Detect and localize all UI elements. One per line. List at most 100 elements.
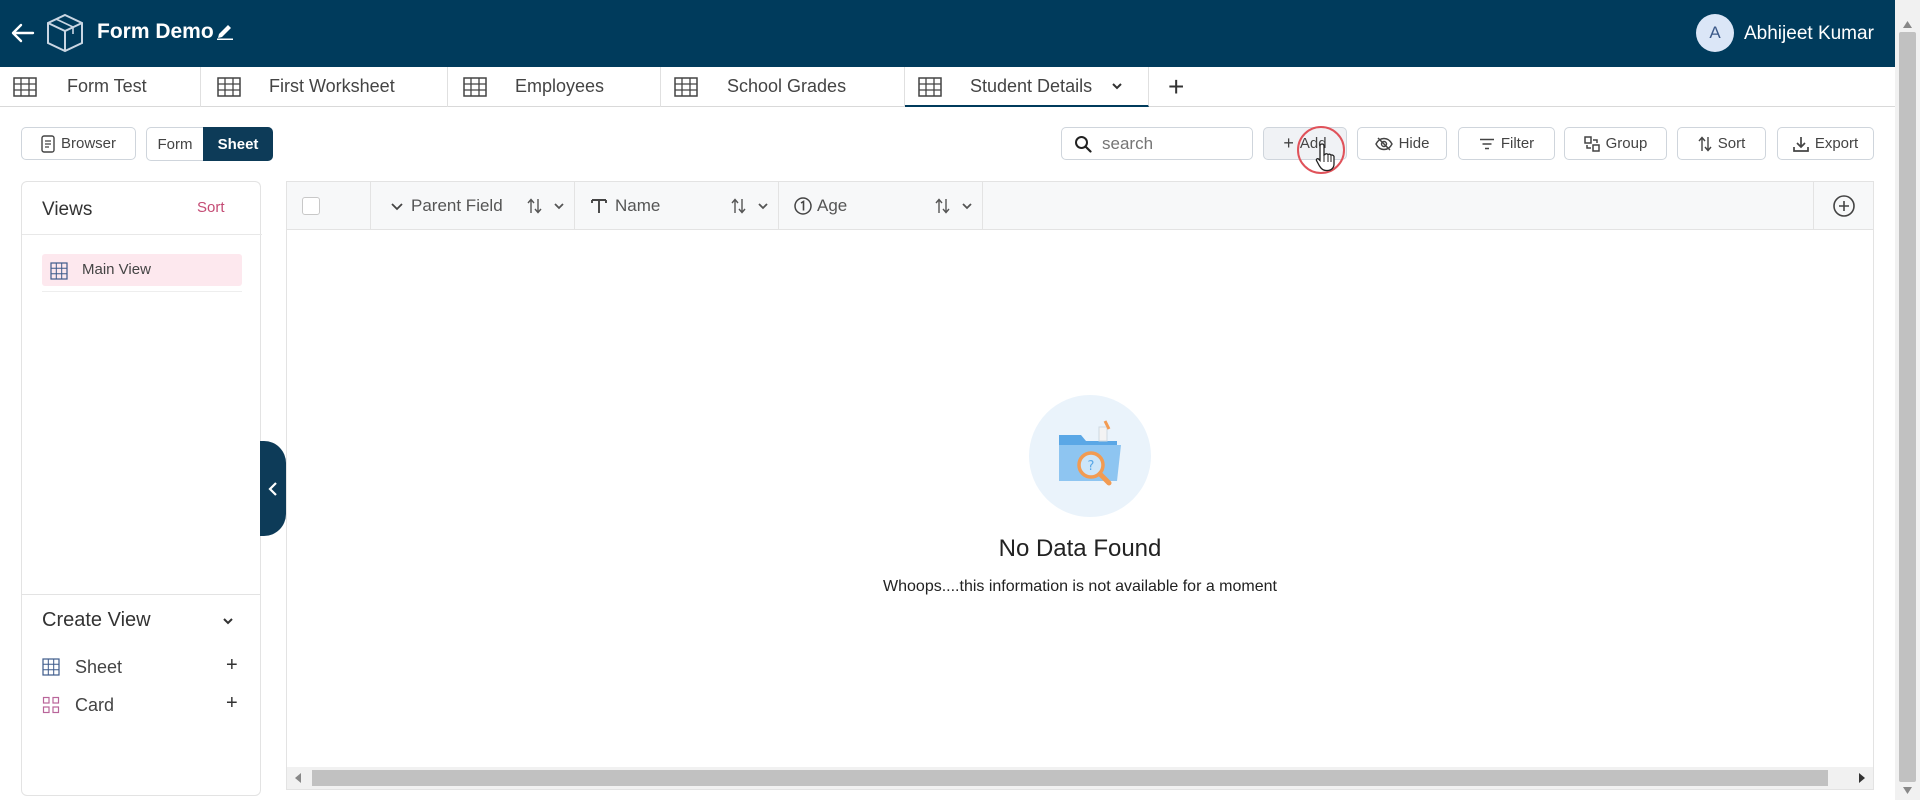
- search-box[interactable]: [1061, 127, 1253, 160]
- back-button[interactable]: [8, 18, 38, 48]
- filter-button-label: Filter: [1500, 135, 1535, 152]
- group-icon: [1583, 135, 1600, 152]
- tab-school-grades[interactable]: School Grades: [661, 67, 905, 107]
- chevron-left-icon: [268, 481, 277, 496]
- create-view-title: Create View: [42, 609, 151, 631]
- create-view-panel: Create View Sheet + Card +: [21, 594, 261, 796]
- tab-employees[interactable]: Employees: [448, 67, 661, 107]
- column-label: Parent Field: [411, 196, 503, 215]
- text-type-icon: [591, 199, 607, 213]
- page-vertical-scrollbar[interactable]: [1895, 0, 1920, 800]
- table-icon: [217, 77, 241, 97]
- folder-search-icon: ?: [1059, 420, 1121, 486]
- download-icon: [1792, 136, 1809, 152]
- create-item-label: Card: [75, 695, 115, 715]
- scroll-down-arrow-icon[interactable]: [1902, 786, 1913, 795]
- group-button[interactable]: Group: [1564, 127, 1667, 160]
- filter-button[interactable]: Filter: [1458, 127, 1555, 160]
- app-page: Form Demo A Abhijeet Kumar Form Test Fir…: [0, 0, 1920, 800]
- tab-label: First Worksheet: [269, 76, 395, 96]
- hide-button[interactable]: Hide: [1357, 127, 1447, 160]
- search-icon: [1075, 136, 1092, 153]
- tab-student-details[interactable]: Student Details: [905, 67, 1149, 107]
- empty-state-message: Whoops....this information is not availa…: [883, 578, 1277, 595]
- chevron-down-icon[interactable]: [1111, 81, 1123, 91]
- vertical-scroll-thumb[interactable]: [1899, 32, 1916, 782]
- scroll-up-arrow-icon[interactable]: [1902, 20, 1913, 29]
- sort-arrows-icon[interactable]: [934, 196, 952, 216]
- user-avatar[interactable]: A: [1696, 14, 1734, 52]
- grid-icon: [50, 262, 68, 280]
- create-view-card[interactable]: Card +: [42, 691, 242, 719]
- table-icon: [674, 77, 698, 97]
- browser-button[interactable]: Browser: [21, 127, 136, 160]
- group-button-label: Group: [1605, 135, 1648, 152]
- select-all-cell: [287, 182, 371, 230]
- horizontal-scrollbar[interactable]: [287, 767, 1873, 789]
- column-label: Age: [817, 196, 848, 215]
- scroll-left-arrow-icon[interactable]: [293, 772, 303, 784]
- plus-icon: +: [1283, 133, 1294, 153]
- card-grid-icon: [42, 696, 60, 714]
- table-icon: [13, 77, 37, 97]
- divider: [22, 234, 262, 235]
- horizontal-scroll-thumb[interactable]: [312, 770, 1828, 786]
- table-icon: [918, 77, 942, 97]
- browser-button-label: Browser: [60, 135, 116, 152]
- chevron-down-icon[interactable]: [551, 196, 567, 216]
- edit-title-button[interactable]: [216, 22, 236, 42]
- form-mode-button[interactable]: Form: [146, 127, 204, 161]
- app-logo: [44, 12, 86, 54]
- column-header-name[interactable]: Name: [575, 182, 779, 230]
- tab-label: School Grades: [727, 76, 847, 96]
- filter-icon: [1479, 138, 1494, 149]
- add-button-label: Add: [1299, 135, 1327, 152]
- export-button[interactable]: Export: [1777, 127, 1874, 160]
- eye-off-icon: [1374, 136, 1393, 151]
- add-tab-button[interactable]: +: [1168, 71, 1184, 103]
- chevron-down-icon[interactable]: [755, 196, 771, 216]
- chevron-down-icon[interactable]: [959, 196, 975, 216]
- plus-icon[interactable]: +: [226, 654, 238, 677]
- user-name[interactable]: Abhijeet Kumar: [1744, 23, 1874, 45]
- scroll-right-arrow-icon[interactable]: [1857, 772, 1867, 784]
- arrow-left-icon: [11, 23, 35, 43]
- svg-text:?: ?: [1088, 459, 1095, 474]
- sort-button[interactable]: Sort: [1677, 127, 1766, 160]
- tab-first-worksheet[interactable]: First Worksheet: [201, 67, 448, 107]
- sort-arrows-icon[interactable]: [526, 196, 544, 216]
- column-label: Name: [615, 196, 661, 215]
- tab-label: Student Details: [970, 76, 1093, 96]
- select-all-checkbox[interactable]: [302, 197, 320, 215]
- table-icon: [463, 77, 487, 97]
- divider: [42, 291, 242, 292]
- chevron-down-icon[interactable]: [218, 611, 238, 631]
- chevron-down-icon: [223, 618, 233, 625]
- tab-label: Form Test: [67, 76, 147, 96]
- sort-arrows-icon: [1698, 135, 1712, 152]
- tab-label: Employees: [515, 76, 605, 96]
- create-item-label: Sheet: [75, 657, 123, 677]
- empty-state-illustration: ?: [1029, 395, 1151, 517]
- add-button[interactable]: + Add: [1263, 127, 1347, 160]
- collapse-panel-handle[interactable]: [260, 441, 286, 536]
- hide-button-label: Hide: [1398, 135, 1430, 152]
- views-panel: Views Sort Main View: [21, 181, 262, 595]
- search-input[interactable]: [1102, 134, 1242, 154]
- data-grid: Parent Field Name Age ? No Data Found Wh…: [286, 181, 1874, 790]
- plus-icon[interactable]: +: [226, 692, 238, 715]
- pencil-icon: [217, 25, 233, 41]
- column-header-parent-field[interactable]: Parent Field: [371, 182, 575, 230]
- plus-circle-icon: [1832, 195, 1855, 217]
- document-icon: [41, 134, 55, 153]
- sort-arrows-icon[interactable]: [730, 196, 748, 216]
- grid-header: Parent Field Name Age: [287, 182, 1873, 230]
- view-item-main-view[interactable]: Main View: [42, 254, 242, 286]
- add-column-button[interactable]: [1813, 182, 1873, 230]
- sheet-mode-button[interactable]: Sheet: [203, 127, 273, 161]
- create-view-sheet[interactable]: Sheet +: [42, 653, 242, 681]
- column-header-age[interactable]: Age: [779, 182, 983, 230]
- tab-form-test[interactable]: Form Test: [0, 67, 201, 107]
- views-title: Views: [42, 199, 93, 220]
- views-sort-button[interactable]: Sort: [197, 199, 225, 216]
